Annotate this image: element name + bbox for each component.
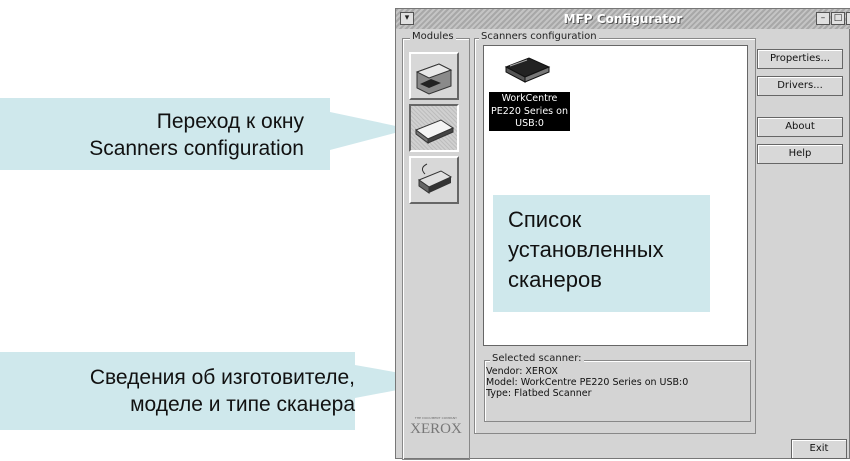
help-button[interactable]: Help	[757, 144, 843, 164]
printer-icon	[415, 63, 453, 95]
properties-button[interactable]: Properties...	[757, 49, 843, 69]
callout-line: Список	[508, 207, 582, 232]
xerox-logo: THE DOCUMENT COMPANY XEROX	[403, 416, 469, 438]
vendor-info: Vendor: XEROX	[486, 366, 558, 377]
scanner-icon	[414, 119, 455, 144]
scanners-module-button[interactable]	[409, 104, 459, 152]
callout-installed-list: Список установленных сканеров	[493, 195, 710, 312]
scanner-list-item[interactable]: WorkCentre PE220 Series on USB:0	[489, 92, 570, 131]
drivers-button[interactable]: Drivers...	[757, 76, 843, 96]
model-info: Model: WorkCentre PE220 Series on USB:0	[486, 377, 689, 388]
scanner-item-line: USB:0	[515, 118, 544, 129]
maximize-button[interactable]: □	[831, 12, 845, 25]
exit-button[interactable]: Exit	[791, 439, 847, 459]
about-button[interactable]: About	[757, 117, 843, 137]
scanner-item-line: PE220 Series on	[491, 105, 568, 117]
title-bar[interactable]: MFP Configurator	[396, 9, 850, 29]
callout-line: сканеров	[508, 267, 602, 292]
minimize-button[interactable]: –	[816, 12, 830, 25]
scanners-legend: Scanners configuration	[479, 31, 599, 43]
printers-module-button[interactable]	[409, 52, 459, 100]
close-button[interactable]	[846, 12, 850, 25]
scanner-device-icon	[504, 57, 551, 83]
port-icon	[417, 163, 453, 194]
callout-line: установленных	[508, 237, 664, 262]
callout-scanners-window: Переход к окну Scanners configuration	[0, 98, 330, 170]
callout-scanner-info: Сведения об изготовителе, моделе и типе …	[0, 352, 355, 430]
window-title: MFP Configurator	[563, 12, 683, 26]
xerox-wordmark: XEROX	[410, 421, 462, 437]
callout-line: Scanners configuration	[89, 137, 304, 160]
window-menu-button[interactable]: ▾	[400, 12, 414, 25]
type-info: Type: Flatbed Scanner	[486, 388, 592, 399]
selected-scanner-legend: Selected scanner:	[490, 353, 584, 365]
callout-line: моделе и типе сканера	[130, 393, 355, 416]
scanner-item-line: WorkCentre	[501, 93, 558, 104]
modules-legend: Modules	[410, 31, 456, 43]
callout-line: Сведения об изготовителе,	[89, 366, 355, 389]
ports-module-button[interactable]	[409, 156, 459, 204]
callout-line: Переход к окну	[156, 110, 304, 133]
